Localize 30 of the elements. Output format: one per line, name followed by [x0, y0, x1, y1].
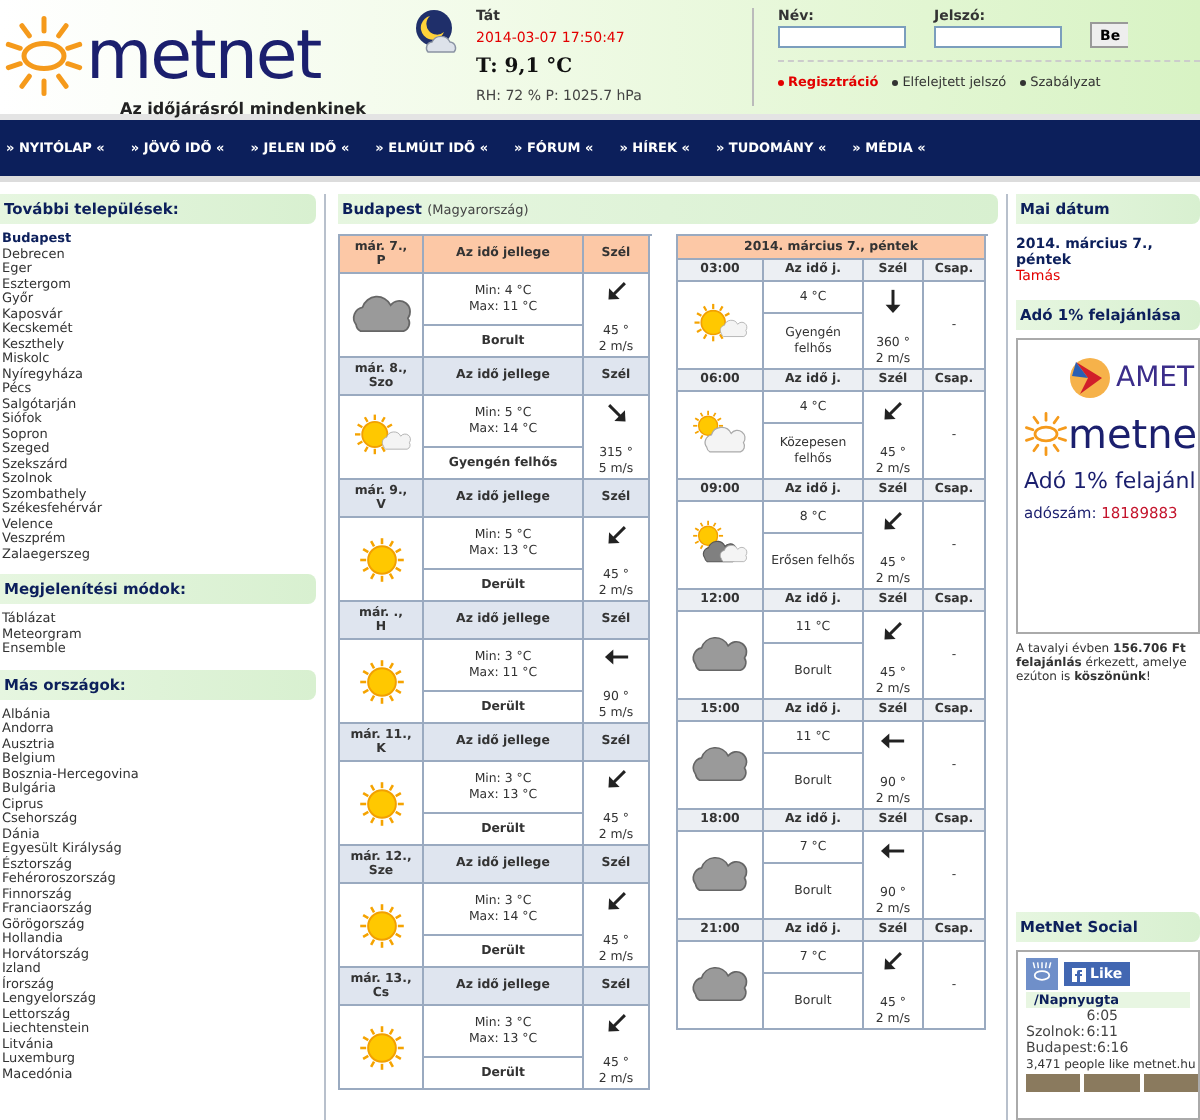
photo-placeholder	[1026, 1074, 1081, 1092]
wind-arrow-icon	[603, 1010, 629, 1036]
wind-arrow-icon	[603, 888, 629, 914]
sun-logo-icon	[1026, 958, 1058, 990]
facebook-icon	[1072, 967, 1086, 981]
wind-arrow-icon	[603, 278, 629, 304]
wind-arrow-icon	[880, 728, 906, 754]
photo-placeholder	[1084, 1074, 1140, 1092]
wind-arrow-icon	[603, 400, 629, 426]
wind-arrow-icon	[880, 618, 906, 644]
logo-text[interactable]: metnet	[86, 26, 321, 86]
wind-arrow-icon	[880, 838, 906, 864]
wind-arrow-icon	[880, 398, 906, 424]
temperature: T: 9,1 °C	[476, 56, 575, 78]
amet-logo-icon	[1068, 356, 1112, 400]
name-input[interactable]	[778, 26, 906, 48]
password-input[interactable]	[934, 26, 1062, 48]
wind-arrow-icon	[603, 766, 629, 792]
tagline: Az időjárásról mindenkinek	[120, 100, 366, 118]
photo-placeholder	[1143, 1074, 1198, 1092]
sun-logo-icon	[4, 16, 84, 96]
wind-arrow-icon	[880, 288, 906, 314]
wind-arrow-icon	[880, 508, 906, 534]
wind-arrow-icon	[603, 522, 629, 548]
wind-arrow-icon	[880, 948, 906, 974]
banner-headline: Adó 1% felajánl	[1024, 468, 1196, 494]
logo-text: metne	[1068, 410, 1198, 458]
sun-logo-icon	[1024, 412, 1068, 456]
wind-arrow-icon	[603, 644, 629, 670]
partner-logo-text: AMET	[1116, 362, 1195, 394]
